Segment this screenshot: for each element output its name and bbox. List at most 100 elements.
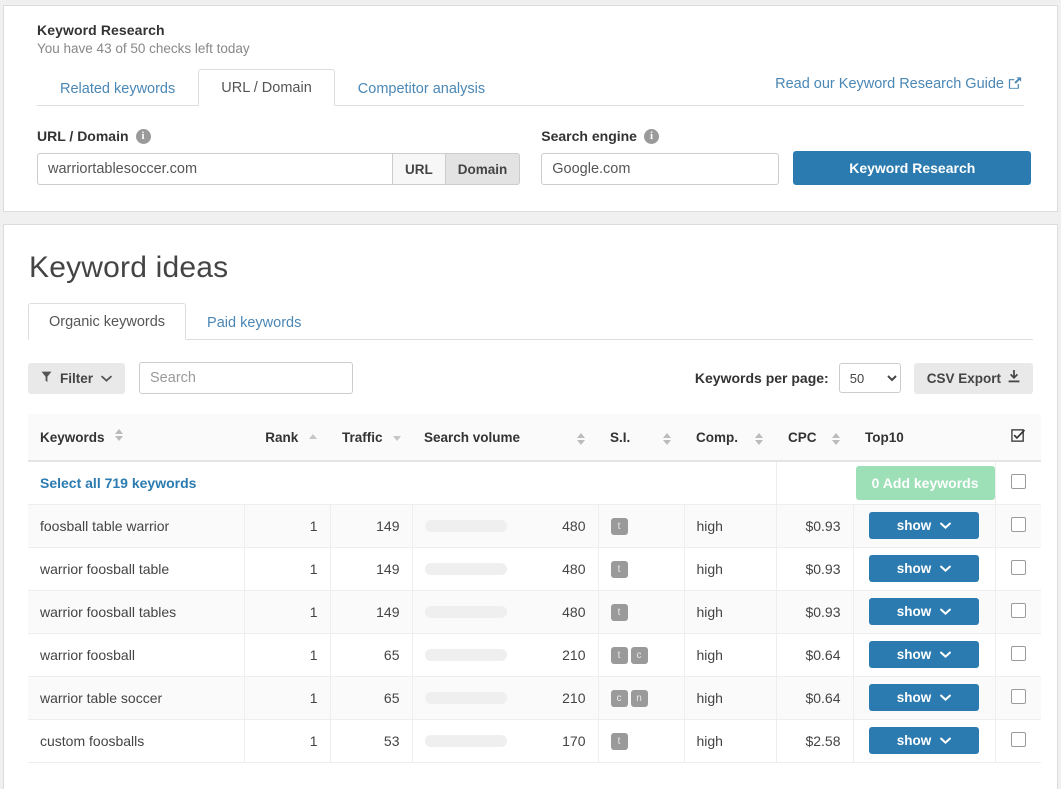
table-row[interactable]: custom foosballs 1 53 170 t high $2.58 show [28, 719, 1041, 763]
col-header-search-volume[interactable]: Search volume [412, 414, 598, 462]
cell-traffic: 65 [330, 676, 413, 720]
col-header-top10[interactable]: Top10 [853, 414, 995, 462]
row-checkbox[interactable] [1010, 645, 1026, 661]
tab-paid-keywords[interactable]: Paid keywords [186, 304, 322, 340]
si-badge-t[interactable]: t [610, 604, 628, 621]
funnel-icon [41, 371, 52, 386]
tab-related-keywords[interactable]: Related keywords [37, 70, 198, 106]
table-row[interactable] [28, 762, 1041, 789]
cell-rank: 1 [244, 633, 331, 677]
url-domain-label: URL / Domain i [37, 128, 520, 144]
sort-icon-keywords[interactable] [115, 429, 124, 441]
si-badge-t[interactable]: t [610, 733, 628, 750]
show-button[interactable]: show [869, 727, 979, 754]
tab-url-domain[interactable]: URL / Domain [198, 69, 335, 106]
sort-icon-search-volume[interactable] [577, 432, 586, 445]
col-label-traffic: Traffic [342, 429, 383, 445]
search-engine-field-group: Search engine i [541, 128, 780, 185]
toggle-url-button[interactable]: URL [392, 153, 446, 185]
search-engine-input[interactable] [541, 153, 780, 185]
row-checkbox[interactable] [1010, 516, 1026, 532]
row-checkbox[interactable] [1010, 559, 1026, 575]
table-row[interactable]: foosball table warrior 1 149 480 t high $0.93 s… [28, 504, 1041, 548]
keyword-ideas-table: Keywords Rank Traffic Search volume S.I.… [28, 414, 1041, 789]
sort-icon-rank[interactable] [309, 433, 318, 441]
keyword-research-submit-button[interactable]: Keyword Research [793, 151, 1032, 185]
cell-row-checkbox [995, 676, 1041, 720]
si-badge-t[interactable]: t [610, 561, 628, 578]
table-row[interactable]: warrior foosball tables 1 149 480 t high $0.93… [28, 590, 1041, 634]
col-header-traffic[interactable]: Traffic [330, 414, 412, 462]
show-button[interactable]: show [869, 641, 979, 668]
table-row[interactable]: warrior table soccer 1 65 210 c n high $0.64 sho… [28, 676, 1041, 720]
si-badge-t[interactable]: t [610, 518, 628, 535]
si-badge-c[interactable]: c [610, 690, 628, 707]
cell-top10: show [853, 590, 996, 634]
keywords-per-page-select[interactable]: 50 [838, 363, 901, 393]
add-keywords-button[interactable]: 0 Add keywords [855, 465, 995, 500]
show-button[interactable]: show [869, 684, 979, 711]
cell-comp: high [684, 719, 777, 763]
table-row[interactable]: warrior foosball table 1 149 480 t high $0.93 s… [28, 547, 1041, 591]
select-all-keywords-link[interactable]: Select all 719 keywords [40, 475, 196, 491]
col-header-comp[interactable]: Comp. [684, 414, 776, 462]
search-volume-bar [424, 605, 507, 618]
info-icon-search-engine[interactable]: i [643, 128, 659, 144]
col-label-si: S.I. [610, 429, 631, 445]
select-all-checkbox[interactable] [1010, 473, 1026, 489]
sort-icon-traffic[interactable] [393, 435, 402, 441]
csv-export-button[interactable]: CSV Export [913, 362, 1033, 394]
search-volume-value: 480 [562, 517, 586, 534]
sort-icon-comp[interactable] [755, 432, 764, 445]
col-header-rank[interactable]: Rank [244, 414, 330, 462]
filter-button[interactable]: Filter [28, 362, 126, 394]
add-keywords-cell: 0 Add keywords [776, 461, 996, 505]
search-volume-bar [424, 691, 507, 704]
cell-si: t [598, 719, 685, 763]
col-header-si[interactable]: S.I. [598, 414, 684, 462]
select-all-row: Select all 719 keywords 0 Add keywords [28, 461, 1041, 505]
tab-competitor-analysis[interactable]: Competitor analysis [335, 70, 508, 106]
show-button[interactable]: show [869, 598, 979, 625]
col-header-keywords[interactable]: Keywords [28, 414, 244, 462]
si-badge-t[interactable]: t [610, 647, 628, 664]
si-badge-n[interactable]: n [630, 690, 648, 707]
guide-link-label: Read our Keyword Research Guide [775, 76, 1004, 92]
sort-icon-cpc[interactable] [832, 432, 841, 445]
keyword-research-guide-link[interactable]: Read our Keyword Research Guide [775, 76, 1022, 94]
cell-top10: show [853, 719, 996, 763]
search-volume-value: 170 [562, 732, 586, 749]
tab-organic-keywords[interactable]: Organic keywords [28, 303, 187, 340]
keyword-research-panel: Keyword Research You have 43 of 50 check… [3, 5, 1058, 212]
show-button-label: show [896, 733, 932, 748]
research-header: Keyword Research You have 43 of 50 check… [4, 6, 1057, 106]
si-badge-c[interactable]: c [630, 647, 648, 664]
show-button[interactable]: show [869, 512, 979, 539]
search-volume-value: 480 [562, 560, 586, 577]
cell-keyword: foosball table warrior [28, 504, 245, 548]
sort-icon-si[interactable] [663, 432, 672, 445]
search-input[interactable] [139, 362, 354, 394]
info-icon-url-domain[interactable]: i [135, 128, 151, 144]
table-row[interactable]: warrior foosball 1 65 210 t c high $0.64 show [28, 633, 1041, 677]
ideas-toolbar: Filter Keywords per page: 50 CSV Export [28, 362, 1033, 394]
url-domain-input[interactable] [37, 153, 392, 185]
search-engine-label-text: Search engine [541, 128, 637, 144]
ideas-tabbar: Organic keywords Paid keywords [28, 303, 1033, 340]
cell-comp: high [684, 633, 777, 677]
checkbox-checked-icon[interactable] [1010, 429, 1026, 446]
col-header-cpc[interactable]: CPC [776, 414, 853, 462]
search-volume-bar [424, 734, 507, 747]
cell-traffic: 149 [330, 590, 413, 634]
col-header-select-all[interactable] [995, 414, 1041, 462]
row-checkbox[interactable] [1010, 731, 1026, 747]
select-all-checkbox-cell [995, 461, 1041, 505]
row-checkbox[interactable] [1010, 688, 1026, 704]
toggle-domain-button[interactable]: Domain [445, 153, 521, 185]
row-checkbox[interactable] [1010, 602, 1026, 618]
cell-si: t [598, 547, 685, 591]
search-volume-bar [424, 648, 507, 661]
cell-comp: high [684, 547, 777, 591]
col-label-cpc: CPC [788, 429, 817, 445]
show-button[interactable]: show [869, 555, 979, 582]
